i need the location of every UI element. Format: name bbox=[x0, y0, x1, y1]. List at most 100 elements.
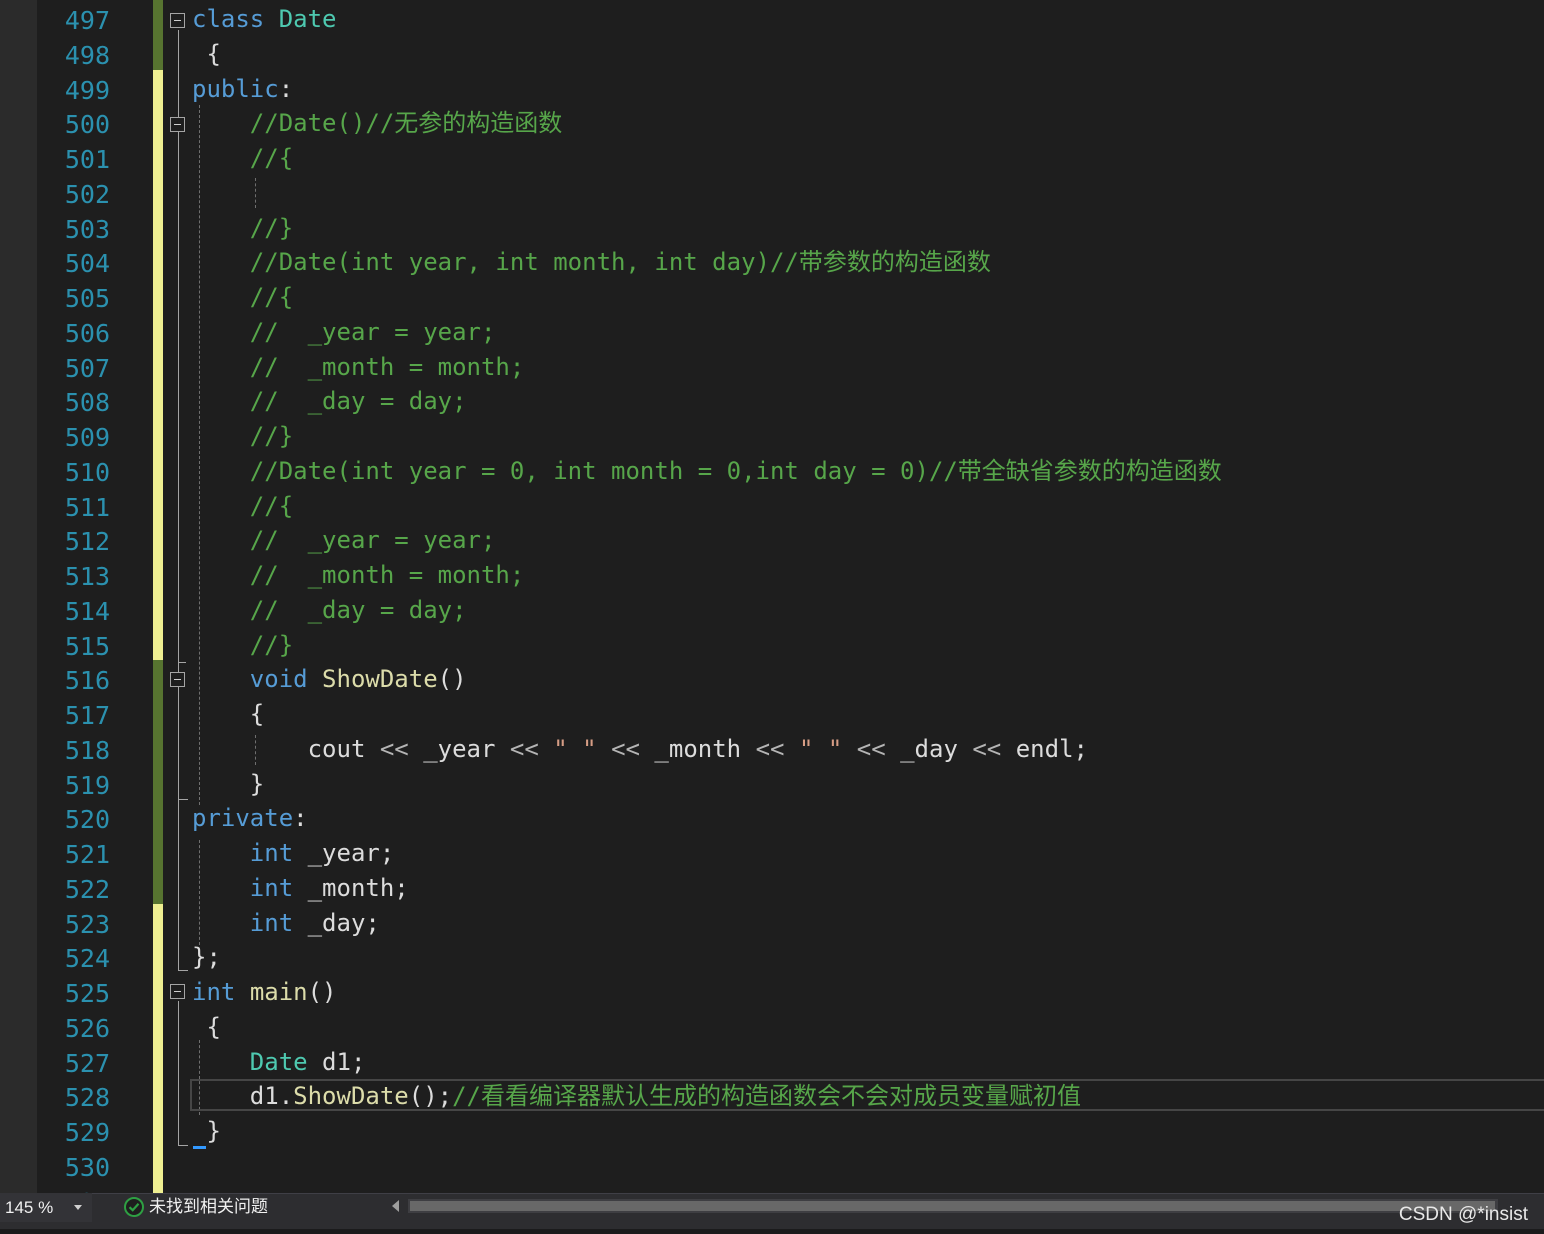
change-marker bbox=[153, 660, 163, 696]
code-line: cout << _year << " " << _month << " " <<… bbox=[192, 732, 1088, 767]
code-line: //} bbox=[192, 419, 293, 454]
line-number: 504 bbox=[64, 249, 110, 279]
indent-guide bbox=[255, 178, 256, 208]
line-number: 522 bbox=[64, 874, 110, 904]
scrollbar-thumb[interactable] bbox=[410, 1201, 1495, 1211]
fold-end bbox=[178, 799, 188, 800]
code-line: { bbox=[192, 37, 220, 72]
change-marker bbox=[153, 1112, 163, 1148]
code-token: // _month = month; bbox=[249, 561, 525, 589]
change-marker bbox=[153, 34, 163, 71]
change-marker bbox=[153, 0, 163, 36]
code-line: }; bbox=[192, 940, 221, 975]
line-number: 529 bbox=[64, 1118, 110, 1147]
line-number: 514 bbox=[64, 596, 110, 626]
scroll-left-arrow-icon[interactable] bbox=[392, 1200, 399, 1212]
line-number: 510 bbox=[64, 457, 110, 487]
line-number: 511 bbox=[64, 492, 110, 522]
change-marker bbox=[153, 556, 163, 592]
code-token: } bbox=[192, 1117, 221, 1145]
code-line: //{ bbox=[192, 280, 293, 315]
collapse-comment-block-icon[interactable] bbox=[170, 117, 185, 132]
code-line: { bbox=[192, 697, 264, 732]
code-editor[interactable]: 497 498 499 500 501 502 503 504 505 506 507 508 509 5… bbox=[0, 0, 1544, 1193]
code-token: class bbox=[192, 5, 265, 33]
code-token: //Date()//无参的构造函数 bbox=[249, 109, 563, 138]
selection-margin bbox=[0, 0, 37, 1193]
line-number: 520 bbox=[64, 805, 110, 835]
change-marker bbox=[153, 521, 163, 557]
change-marker bbox=[153, 1077, 163, 1113]
change-marker bbox=[153, 903, 163, 940]
code-line: class Date bbox=[192, 2, 337, 37]
code-line: //} bbox=[192, 211, 293, 246]
code-line: //{ bbox=[192, 489, 293, 524]
collapse-showdate-icon[interactable] bbox=[170, 672, 185, 687]
change-marker bbox=[153, 382, 163, 418]
code-token: << bbox=[509, 734, 539, 763]
change-marker bbox=[153, 868, 163, 905]
code-token: " " bbox=[798, 734, 843, 763]
code-token: : bbox=[278, 74, 294, 103]
code-line: public: bbox=[192, 72, 293, 107]
watermark: CSDN @*insist bbox=[1398, 1204, 1528, 1225]
code-token: } bbox=[192, 769, 265, 798]
code-token: //} bbox=[249, 630, 294, 659]
change-marker bbox=[153, 799, 163, 835]
line-number: 519 bbox=[64, 770, 110, 800]
code-token: //Date(int year = 0, int month = 0,int d… bbox=[249, 456, 1222, 485]
window-bottom-edge bbox=[0, 1229, 1544, 1234]
line-number: 523 bbox=[64, 909, 110, 939]
code-line: //} bbox=[192, 628, 293, 663]
issues-label: 未找到相关问题 bbox=[149, 1197, 268, 1216]
code-token: // _year = year; bbox=[249, 317, 496, 346]
line-number: 497 bbox=[64, 6, 110, 35]
code-token: ShowDate bbox=[322, 665, 438, 694]
change-marker bbox=[153, 1007, 163, 1044]
line-number: 505 bbox=[64, 284, 110, 313]
code-line: d1.ShowDate();//看看编译器默认生成的构造函数会不会对成员变量赋初… bbox=[192, 1079, 1081, 1114]
code-token: << bbox=[972, 734, 1002, 763]
code-token: int bbox=[249, 908, 294, 937]
code-line: // _day = day; bbox=[192, 384, 467, 419]
change-marker bbox=[153, 729, 163, 766]
code-token: _month; bbox=[293, 873, 409, 902]
line-number: 500 bbox=[64, 110, 110, 140]
code-line: } bbox=[192, 1114, 221, 1149]
code-token: _year; bbox=[293, 839, 395, 867]
change-marker bbox=[153, 312, 163, 349]
line-number: 530 bbox=[64, 1152, 110, 1182]
code-token: () bbox=[437, 665, 467, 694]
change-marker bbox=[153, 973, 163, 1009]
code-token: int bbox=[192, 978, 236, 1006]
code-token: //{ bbox=[249, 283, 294, 311]
code-token: { bbox=[192, 1012, 221, 1041]
code-line: //{ bbox=[192, 141, 293, 176]
code-line: int _day; bbox=[192, 906, 380, 941]
line-number: 524 bbox=[64, 944, 110, 974]
code-token: " " bbox=[553, 734, 597, 763]
zoom-dropdown[interactable]: 145 % bbox=[0, 1193, 92, 1222]
change-marker bbox=[153, 1181, 163, 1193]
check-circle-icon bbox=[124, 1197, 144, 1217]
code-token: d1. bbox=[192, 1082, 294, 1111]
code-line: void ShowDate() bbox=[192, 662, 467, 697]
code-token: (); bbox=[408, 1082, 453, 1111]
collapse-class-date-icon[interactable] bbox=[170, 13, 185, 28]
code-token: main bbox=[249, 978, 308, 1006]
collapse-main-icon[interactable] bbox=[170, 984, 185, 999]
line-number: 498 bbox=[64, 40, 110, 70]
